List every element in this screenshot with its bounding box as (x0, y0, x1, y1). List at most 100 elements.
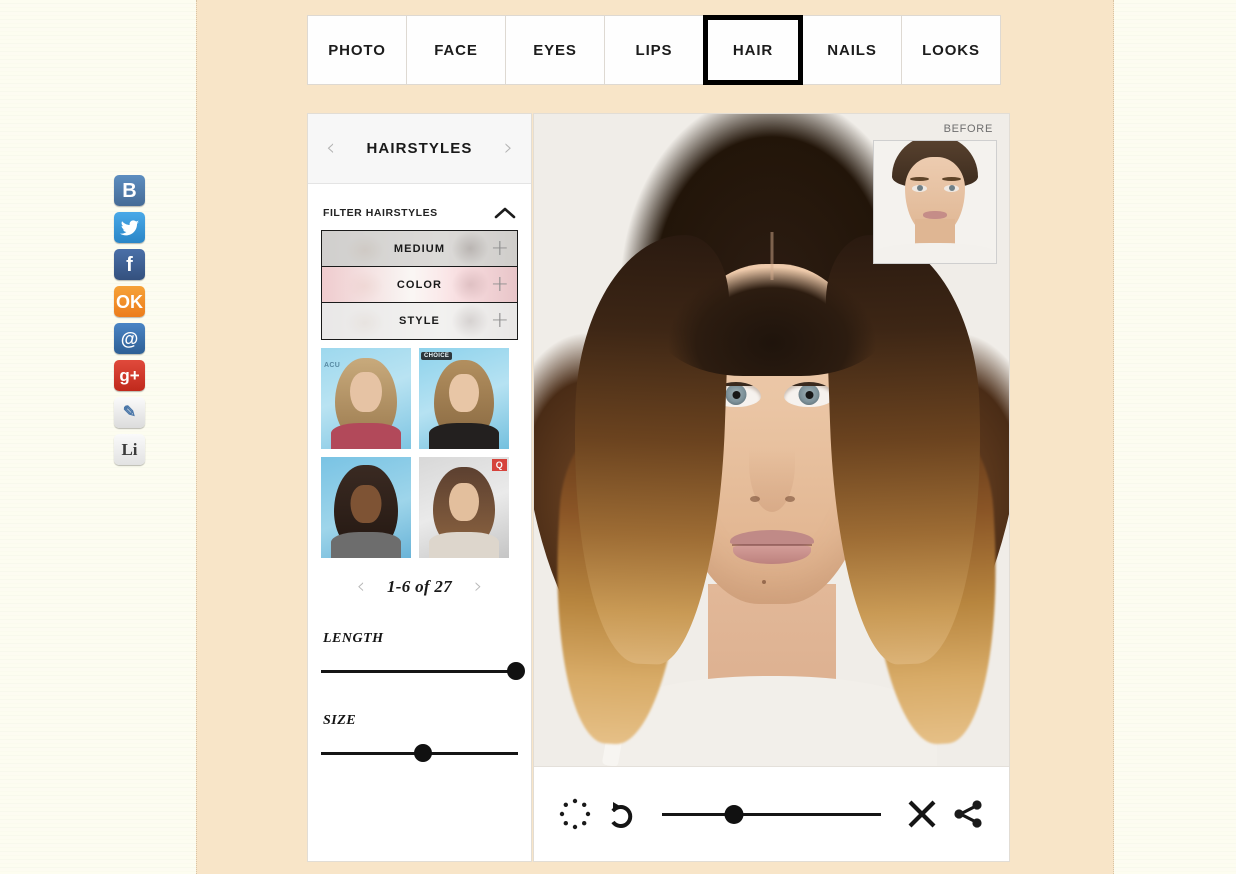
size-slider-block: SIZE (308, 681, 531, 763)
lash-right (784, 382, 834, 386)
tab-photo-label: PHOTO (328, 41, 386, 59)
thumb-logo: ACU (324, 362, 341, 369)
tab-looks[interactable]: LOOKS (901, 15, 1001, 85)
facebook-label: f (126, 253, 133, 276)
length-slider-knob[interactable] (507, 662, 526, 680)
main-tab-bar: PHOTO FACE EYES LIPS HAIR NAILS LOOKS (307, 15, 1001, 85)
filter-header[interactable]: FILTER HAIRSTYLES (321, 206, 518, 230)
close-x-icon[interactable] (899, 791, 945, 837)
twitter-share-icon[interactable] (114, 212, 145, 243)
before-iris-right (948, 185, 955, 191)
lower-lip (732, 545, 811, 564)
length-slider-label: LENGTH (323, 631, 384, 646)
vkontakte-share-icon[interactable]: B (114, 175, 145, 206)
before-lips (923, 211, 947, 219)
undo-arrow-glyph (611, 802, 633, 828)
thumb-body (429, 423, 499, 449)
tab-hair-label: HAIR (732, 41, 774, 59)
filter-row-medium[interactable]: MEDIUM + (322, 231, 517, 267)
thumb-face (449, 374, 479, 412)
tab-face[interactable]: FACE (406, 15, 506, 85)
panel-next-chevron-right-icon[interactable]: › (504, 137, 513, 160)
tab-hair[interactable]: HAIR (703, 15, 803, 85)
hairstyle-thumb-3[interactable] (321, 457, 411, 558)
thumb-body (429, 532, 499, 558)
hairstyle-thumb-4[interactable]: Q (419, 457, 509, 558)
thumb-face (350, 485, 382, 523)
chevron-up-icon[interactable] (494, 206, 516, 219)
livejournal-label: ✎ (122, 403, 137, 421)
tab-lips-label: LIPS (635, 41, 673, 59)
pagination-next-chevron-right-icon[interactable]: › (474, 576, 482, 597)
upper-lip (729, 530, 814, 545)
livejournal-share-icon[interactable]: ✎ (114, 397, 145, 428)
size-slider-track[interactable] (321, 743, 518, 763)
close-x-glyph (908, 800, 936, 828)
plus-icon[interactable]: + (491, 310, 509, 332)
mole (762, 580, 766, 584)
opacity-slider-knob[interactable] (724, 805, 744, 824)
filter-row-color[interactable]: COLOR + (322, 267, 517, 303)
iris-left (725, 384, 747, 405)
tab-face-label: FACE (434, 41, 478, 59)
before-label: BEFORE (943, 123, 993, 135)
plus-icon[interactable]: + (491, 273, 509, 296)
tab-eyes[interactable]: EYES (505, 15, 605, 85)
size-slider-label: SIZE (323, 713, 357, 728)
length-slider-block: LENGTH (308, 597, 531, 681)
odnoklassniki-label: OK (116, 291, 143, 312)
before-eye-left (912, 185, 927, 192)
filter-row-style[interactable]: STYLE + (322, 303, 517, 339)
filter-rows: MEDIUM + COLOR + STYLE + (321, 230, 518, 340)
lip-line (731, 544, 812, 546)
filter-label: FILTER HAIRSTYLES (323, 206, 438, 219)
odnoklassniki-share-icon[interactable]: OK (114, 286, 145, 317)
filter-row-style-label: STYLE (399, 315, 440, 327)
googleplus-share-icon[interactable]: g+ (114, 360, 145, 391)
before-iris-left (916, 185, 923, 191)
eye-right (784, 382, 834, 407)
tab-eyes-label: EYES (533, 41, 577, 59)
iris-right (798, 384, 820, 405)
hairstyles-control-panel: ‹ HAIRSTYLES › FILTER HAIRSTYLES MEDIUM … (307, 113, 532, 862)
chevron-up-glyph (494, 207, 516, 219)
twitter-bird-glyph (120, 219, 139, 235)
share-icon[interactable] (945, 791, 991, 837)
before-shoulder (875, 243, 995, 263)
facebook-share-icon[interactable]: f (114, 249, 145, 280)
panel-header: ‹ HAIRSTYLES › (308, 114, 531, 184)
mailru-share-icon[interactable]: @ (114, 323, 145, 354)
share-glyph (954, 800, 982, 828)
main-photo[interactable]: BEFORE (534, 114, 1009, 766)
nostril-right (785, 496, 795, 502)
hairstyle-thumb-2[interactable]: CHOICE (419, 348, 509, 449)
thumb-face (350, 372, 382, 412)
before-eye-right (944, 185, 959, 192)
hairstyle-thumb-1[interactable]: ACU (321, 348, 411, 449)
tab-photo[interactable]: PHOTO (307, 15, 407, 85)
panel-title: HAIRSTYLES (366, 140, 473, 157)
liveinternet-share-icon[interactable]: Li (114, 434, 145, 465)
vkontakte-label: B (122, 179, 137, 202)
photo-panel: BEFORE (533, 113, 1010, 862)
undo-arrow-icon[interactable] (598, 791, 644, 837)
length-slider-track[interactable] (321, 661, 526, 681)
thumb-face (449, 483, 479, 521)
tab-nails[interactable]: NAILS (802, 15, 902, 85)
lips (729, 530, 814, 564)
before-thumbnail[interactable] (873, 140, 997, 264)
dotted-circle-glyph (559, 798, 591, 830)
pupil-right (805, 390, 813, 399)
pupil-left (732, 390, 740, 399)
thumb-body (331, 423, 401, 449)
opacity-slider[interactable] (662, 802, 881, 826)
size-slider-knob[interactable] (414, 744, 433, 762)
thumb-logo: Q (491, 459, 507, 471)
googleplus-label: g+ (119, 366, 140, 385)
pagination-prev-chevron-left-icon[interactable]: ‹ (357, 576, 365, 597)
plus-icon[interactable]: + (491, 237, 509, 260)
pagination-label: 1-6 of 27 (386, 576, 453, 596)
tab-lips[interactable]: LIPS (604, 15, 704, 85)
panel-prev-chevron-left-icon[interactable]: ‹ (326, 137, 335, 160)
dotted-circle-icon[interactable] (552, 791, 598, 837)
